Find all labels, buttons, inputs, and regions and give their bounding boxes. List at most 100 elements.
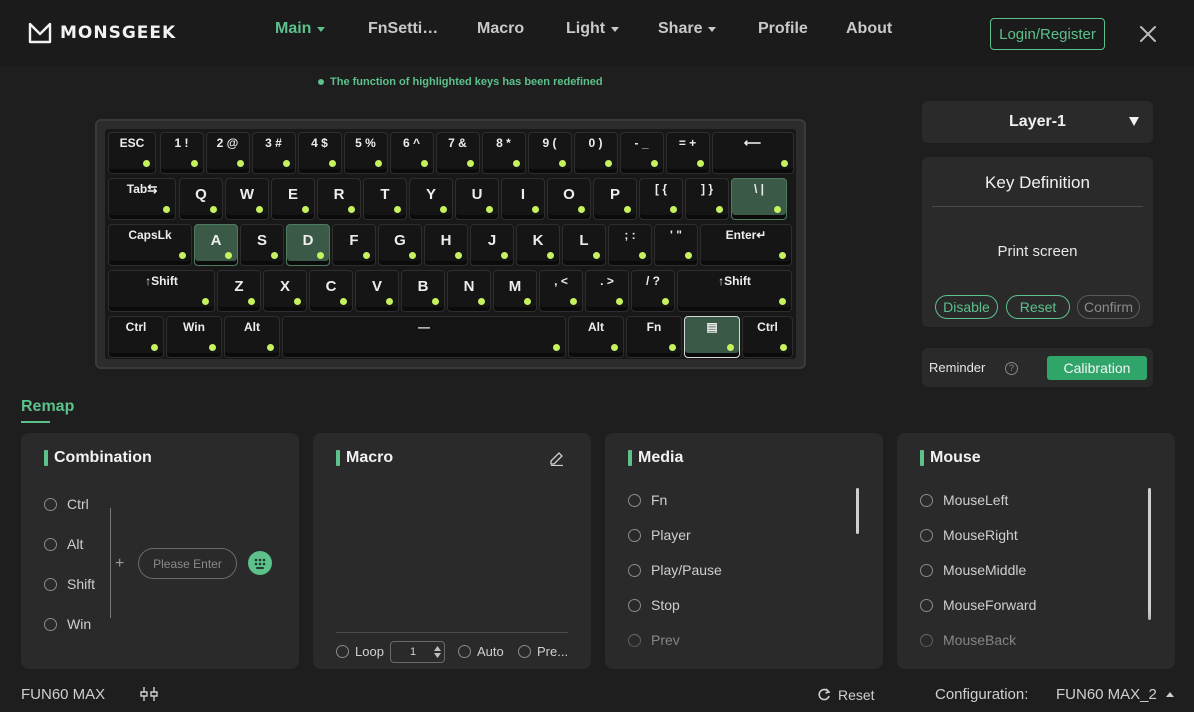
mouse-option[interactable]: MouseForward [920, 597, 1036, 613]
key[interactable]: 4 $ [297, 132, 342, 174]
key[interactable]: 0 ) [573, 132, 618, 174]
stepper-arrows-icon[interactable] [434, 645, 441, 659]
nav-light[interactable]: Light [566, 20, 620, 38]
nav-profile[interactable]: Profile [758, 20, 808, 38]
key[interactable]: Z [217, 270, 261, 312]
scrollbar[interactable] [856, 488, 859, 534]
connection-icon[interactable] [139, 685, 159, 703]
key[interactable]: = + [665, 132, 710, 174]
key[interactable]: ↑Shift [677, 270, 792, 312]
press-option[interactable]: Pre... [518, 644, 568, 659]
key[interactable]: T [363, 178, 407, 220]
loop-option[interactable]: Loop [336, 644, 384, 659]
key[interactable]: O [547, 178, 591, 220]
nav-macro[interactable]: Macro [477, 20, 524, 38]
edit-icon[interactable] [549, 450, 565, 466]
media-option[interactable]: Stop [628, 597, 680, 613]
key[interactable]: ESC [108, 132, 156, 174]
key[interactable]: S [240, 224, 284, 266]
modifier-win[interactable]: Win [44, 616, 91, 632]
keypad-icon[interactable] [248, 551, 272, 575]
key[interactable]: Enter↵ [700, 224, 792, 266]
tab-remap[interactable]: Remap [21, 398, 74, 416]
scrollbar[interactable] [1148, 488, 1151, 620]
key[interactable]: X [263, 270, 307, 312]
key[interactable]: 6 ^ [389, 132, 434, 174]
disable-button[interactable]: Disable [935, 295, 998, 319]
key[interactable]: Q [179, 178, 223, 220]
key[interactable]: K [516, 224, 560, 266]
key[interactable]: F [332, 224, 376, 266]
nav-fnsettings[interactable]: FnSetti… [368, 20, 438, 38]
key[interactable]: [ { [639, 178, 683, 220]
key[interactable]: 9 ( [527, 132, 572, 174]
loop-count-stepper[interactable]: 1 [390, 641, 445, 663]
key[interactable]: N [447, 270, 491, 312]
key[interactable]: B [401, 270, 445, 312]
key[interactable]: \ | [731, 178, 787, 220]
key[interactable]: V [355, 270, 399, 312]
key[interactable]: M [493, 270, 537, 312]
key[interactable]: Fn [626, 316, 682, 358]
mouse-option[interactable]: MouseBack [920, 632, 1016, 648]
configuration-select[interactable]: FUN60 MAX_2 [1056, 686, 1174, 703]
login-register-button[interactable]: Login/Register [990, 18, 1105, 50]
key[interactable]: R [317, 178, 361, 220]
mouse-option[interactable]: MouseMiddle [920, 562, 1026, 578]
key[interactable]: Tab⇆ [108, 178, 176, 220]
key-input[interactable]: Please Enter [138, 548, 237, 579]
layer-dropdown[interactable]: Layer-1 [922, 101, 1153, 143]
nav-share[interactable]: Share [658, 20, 717, 38]
modifier-shift[interactable]: Shift [44, 576, 95, 592]
key[interactable]: I [501, 178, 545, 220]
key[interactable]: L [562, 224, 606, 266]
key[interactable]: ▤ [684, 316, 740, 358]
key[interactable]: 8 * [481, 132, 526, 174]
key[interactable]: Win [166, 316, 222, 358]
key[interactable]: 2 @ [205, 132, 250, 174]
key[interactable]: — [282, 316, 566, 358]
key[interactable]: , < [539, 270, 583, 312]
key[interactable]: / ? [631, 270, 675, 312]
key[interactable]: W [225, 178, 269, 220]
key[interactable]: U [455, 178, 499, 220]
key[interactable]: Alt [568, 316, 624, 358]
mouse-option[interactable]: MouseRight [920, 527, 1018, 543]
auto-option[interactable]: Auto [458, 644, 504, 659]
key[interactable]: A [194, 224, 238, 266]
modifier-alt[interactable]: Alt [44, 536, 83, 552]
key[interactable]: 5 % [343, 132, 388, 174]
key[interactable]: ↑Shift [108, 270, 215, 312]
key[interactable]: E [271, 178, 315, 220]
calibration-button[interactable]: Calibration [1047, 356, 1147, 380]
key[interactable]: H [424, 224, 468, 266]
mouse-option[interactable]: MouseLeft [920, 492, 1008, 508]
key[interactable]: 1 ! [159, 132, 204, 174]
key[interactable]: J [470, 224, 514, 266]
key[interactable]: P [593, 178, 637, 220]
help-icon[interactable]: ? [1005, 362, 1018, 375]
key[interactable]: Ctrl [108, 316, 164, 358]
media-option[interactable]: Player [628, 527, 691, 543]
nav-main[interactable]: Main [275, 20, 326, 38]
nav-about[interactable]: About [846, 20, 892, 38]
close-icon[interactable] [1138, 24, 1158, 44]
confirm-button[interactable]: Confirm [1077, 295, 1140, 319]
key[interactable]: 7 & [435, 132, 480, 174]
key[interactable]: D [286, 224, 330, 266]
key[interactable]: 3 # [251, 132, 296, 174]
key[interactable]: - _ [619, 132, 664, 174]
key[interactable]: G [378, 224, 422, 266]
media-option[interactable]: Fn [628, 492, 667, 508]
key[interactable]: C [309, 270, 353, 312]
key[interactable]: ] } [685, 178, 729, 220]
reset-button[interactable]: Reset [817, 687, 875, 703]
key[interactable]: Ctrl [742, 316, 793, 358]
key[interactable]: ; : [608, 224, 652, 266]
reset-key-button[interactable]: Reset [1006, 295, 1070, 319]
key[interactable]: ⟵ [711, 132, 794, 174]
key[interactable]: Alt [224, 316, 280, 358]
key[interactable]: . > [585, 270, 629, 312]
key[interactable]: CapsLk [108, 224, 192, 266]
key[interactable]: Y [409, 178, 453, 220]
